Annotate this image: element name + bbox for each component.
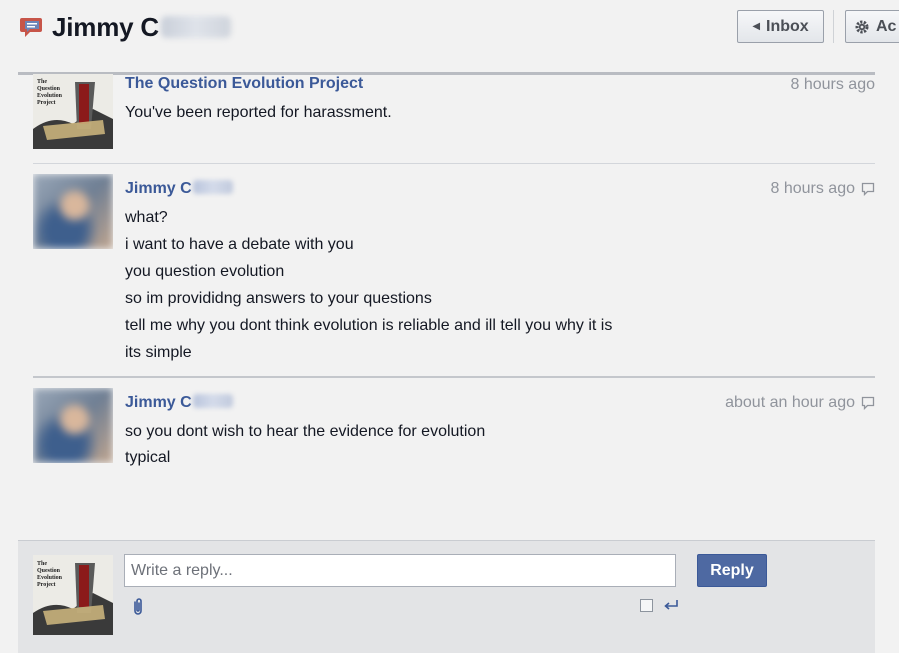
message-timestamp: 8 hours ago: [790, 76, 875, 93]
report-bubble-icon[interactable]: [861, 396, 875, 410]
attach-file-icon[interactable]: [130, 597, 146, 617]
svg-text:The: The: [37, 561, 47, 567]
report-bubble-icon[interactable]: [861, 182, 875, 196]
svg-text:The: The: [37, 79, 47, 85]
reply-composer: The Question Evolution Project Reply: [18, 540, 875, 653]
profile-photo-blurred: [33, 174, 113, 249]
svg-text:Project: Project: [37, 100, 56, 106]
svg-text:Evolution: Evolution: [37, 575, 63, 581]
project-logo-image: The Question Evolution Project: [33, 74, 113, 149]
profile-photo-blurred: [33, 388, 113, 463]
sender-name[interactable]: Jimmy C: [125, 394, 233, 412]
svg-text:Question: Question: [37, 568, 61, 574]
project-logo-image: The Question Evolution Project: [33, 555, 113, 635]
sender-avatar[interactable]: [33, 174, 113, 249]
svg-text:Evolution: Evolution: [37, 93, 63, 99]
gear-icon: [855, 20, 869, 33]
header-divider: [833, 10, 834, 43]
message-item: Jimmy C about an hour ago so you dont wi…: [0, 378, 899, 488]
message-line: You've been reported for harassment.: [125, 104, 392, 121]
message-line: tell me why you dont think evolution is …: [125, 317, 613, 334]
inbox-button[interactable]: ◀ Inbox: [737, 10, 824, 43]
message-item: Jimmy C 8 hours ago what? i want to have…: [0, 164, 899, 376]
back-arrow-icon: ◀: [752, 21, 761, 32]
message-timestamp: about an hour ago: [725, 394, 875, 412]
message-line: its simple: [125, 344, 192, 361]
message-line: typical: [125, 449, 171, 466]
message-line: you question evolution: [125, 263, 285, 280]
message-line: so you dont wish to hear the evidence fo…: [125, 423, 486, 440]
actions-button[interactable]: Ac: [845, 10, 899, 43]
messages-icon: [20, 18, 42, 37]
message-line: so im provididng answers to your questio…: [125, 290, 432, 307]
message-timestamp: 8 hours ago: [770, 180, 875, 198]
press-enter-checkbox[interactable]: [640, 599, 653, 612]
page-title: Jimmy C: [52, 12, 231, 43]
sender-name[interactable]: The Question Evolution Project: [125, 75, 363, 93]
svg-text:Project: Project: [37, 582, 56, 588]
message-line: what?: [125, 209, 168, 226]
conversation-header: Jimmy C ◀ Inbox Ac: [0, 0, 899, 58]
sender-avatar[interactable]: The Question Evolution Project: [33, 74, 113, 149]
reply-input[interactable]: [124, 554, 676, 587]
redacted-surname: [192, 394, 233, 408]
inbox-label: Inbox: [766, 17, 809, 35]
reply-button[interactable]: Reply: [697, 554, 767, 587]
enter-key-icon: [664, 600, 678, 610]
sender-avatar[interactable]: [33, 388, 113, 463]
redacted-surname: [192, 180, 233, 194]
message-line: i want to have a debate with you: [125, 236, 354, 253]
redacted-surname: [160, 16, 231, 38]
my-avatar: The Question Evolution Project: [33, 555, 113, 635]
svg-text:Question: Question: [37, 86, 61, 92]
actions-label: Ac: [876, 17, 897, 35]
message-item: The Question Evolution Project The Quest…: [0, 72, 899, 164]
sender-name[interactable]: Jimmy C: [125, 180, 233, 198]
